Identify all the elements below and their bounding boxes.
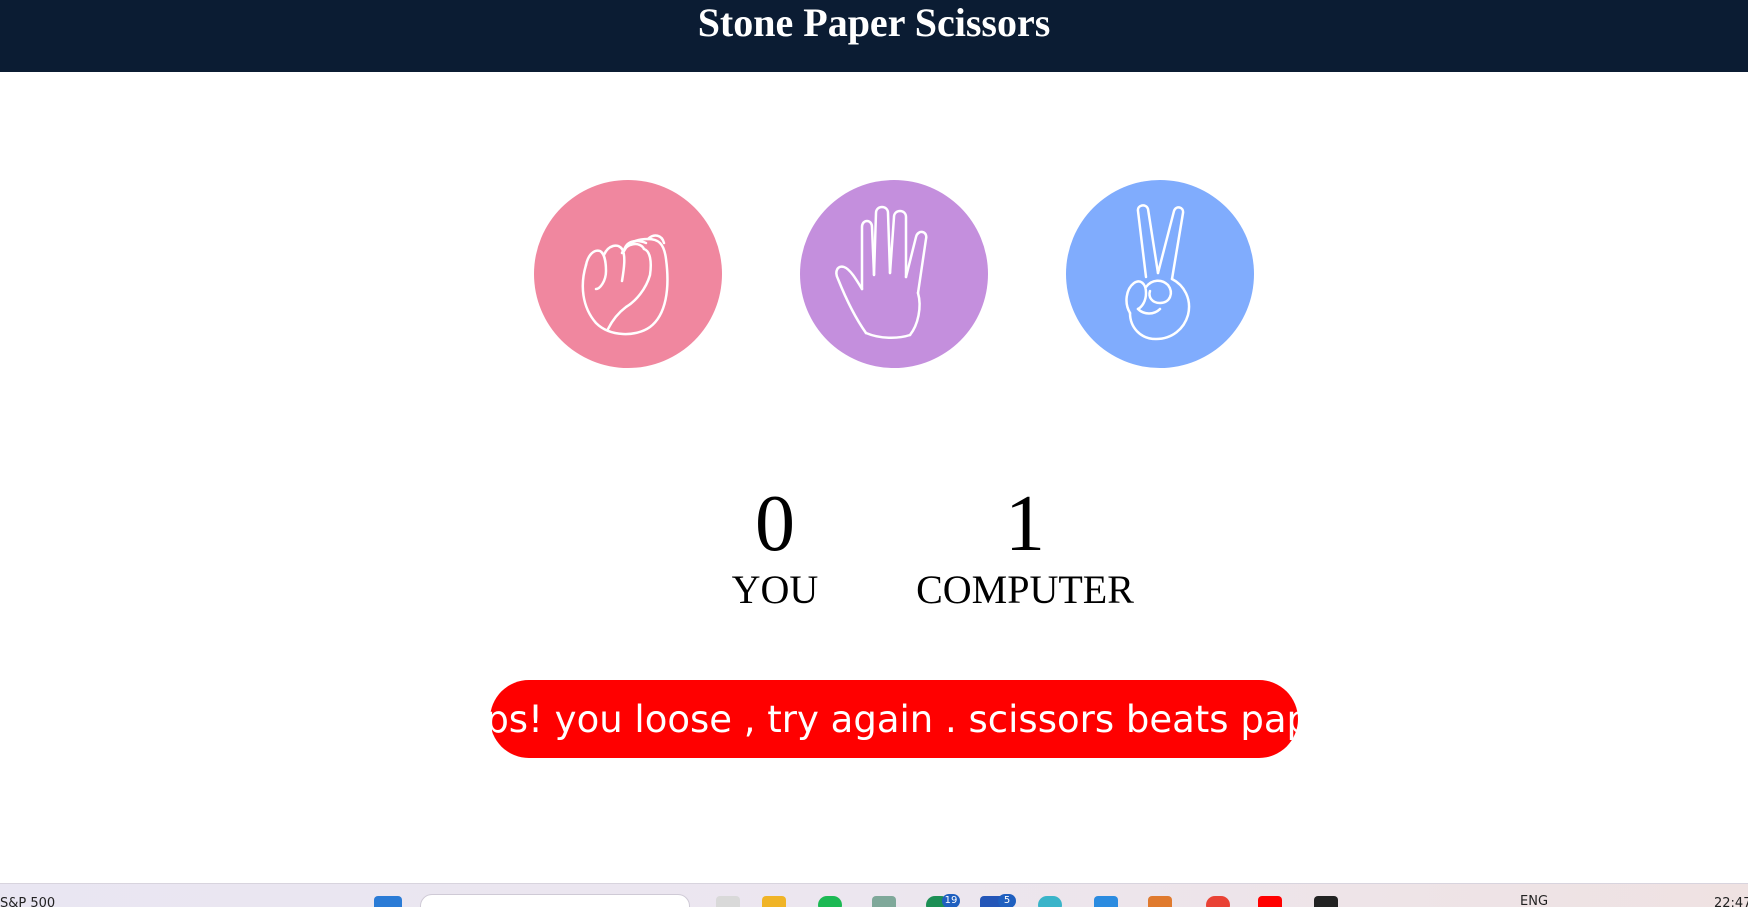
choices-row (534, 180, 1254, 370)
task-view-icon[interactable] (716, 896, 740, 907)
user-score-block: 0 YOU (700, 480, 850, 612)
start-menu-icon[interactable] (374, 896, 402, 907)
os-taskbar: S&P 500 19 5 ENG 22:47 (0, 883, 1748, 907)
app-header: Stone Paper Scissors (0, 0, 1748, 72)
scissors-choice-button[interactable] (1066, 180, 1254, 368)
chatgpt-icon[interactable] (872, 896, 896, 907)
taskbar-search-box[interactable] (420, 894, 690, 907)
app-icon[interactable] (1314, 896, 1338, 907)
scissors-hand-icon (1125, 204, 1191, 341)
paper-choice-button[interactable] (800, 180, 988, 368)
spotify-icon[interactable] (818, 896, 842, 907)
edge-icon[interactable] (1038, 896, 1062, 907)
stock-widget-text[interactable]: S&P 500 (0, 896, 55, 907)
chrome-icon[interactable] (1206, 896, 1230, 907)
file-explorer-icon[interactable] (762, 896, 786, 907)
language-indicator[interactable]: ENG (1520, 894, 1548, 907)
youtube-icon[interactable] (1258, 896, 1282, 907)
computer-score-block: 1 COMPUTER (900, 480, 1150, 612)
page-title: Stone Paper Scissors (697, 0, 1051, 45)
rock-fist-icon (581, 234, 669, 336)
clock-time[interactable]: 22:47 (1714, 896, 1748, 907)
result-message: oops! you loose , try again . scissors b… (440, 680, 1348, 758)
vscode-icon[interactable] (1094, 896, 1118, 907)
paper-hand-icon (835, 205, 928, 339)
user-score-value: 0 (755, 480, 795, 568)
user-score-label: YOU (731, 567, 819, 612)
teams-badge: 5 (998, 894, 1016, 907)
rock-choice-button[interactable] (534, 180, 722, 368)
whatsapp-badge: 19 (942, 894, 960, 907)
computer-score-label: COMPUTER (916, 567, 1134, 612)
computer-score-value: 1 (1005, 480, 1045, 568)
office-app-icon[interactable] (1148, 896, 1172, 907)
